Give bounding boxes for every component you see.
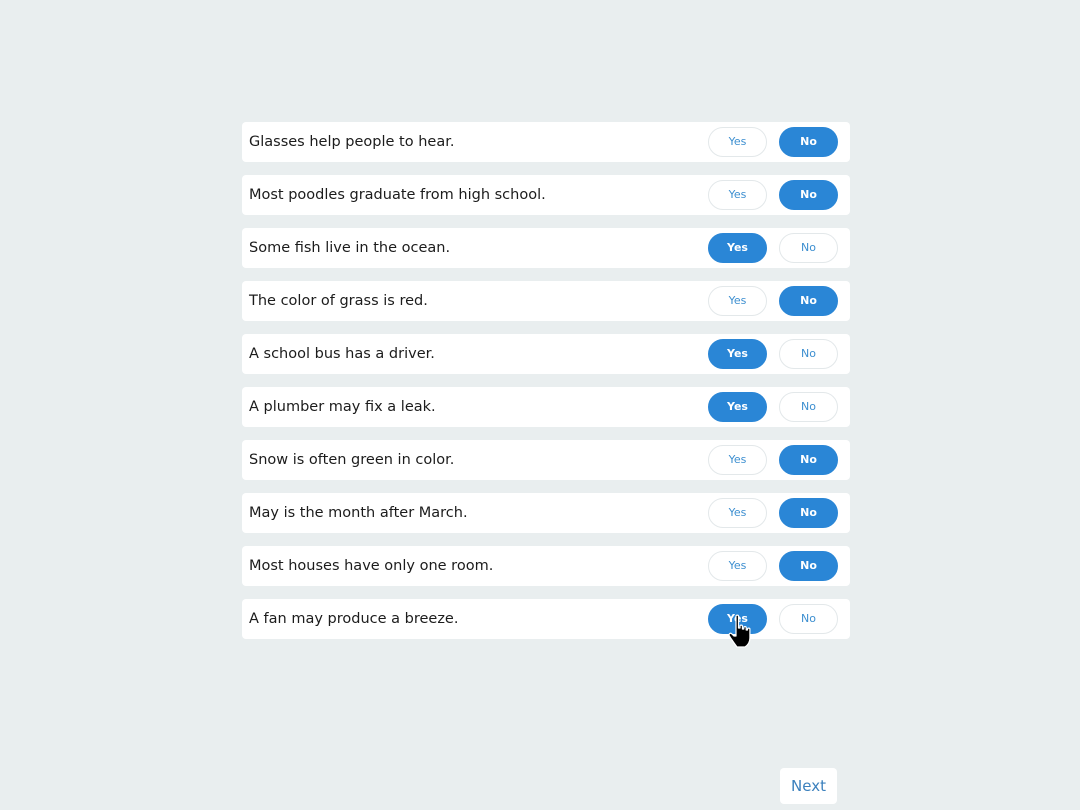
yes-button[interactable]: Yes [708, 233, 767, 263]
no-button[interactable]: No [779, 604, 838, 634]
question-row: Most poodles graduate from high school. … [242, 175, 850, 215]
yes-button[interactable]: Yes [708, 392, 767, 422]
no-button[interactable]: No [779, 233, 838, 263]
answer-group: Yes No [708, 286, 838, 316]
question-row: A plumber may fix a leak. Yes No [242, 387, 850, 427]
answer-group: Yes No [708, 392, 838, 422]
question-text: Most houses have only one room. [249, 558, 494, 574]
question-text: Some fish live in the ocean. [249, 240, 451, 256]
yes-button[interactable]: Yes [708, 551, 767, 581]
next-button[interactable]: Next [780, 768, 837, 804]
yes-button[interactable]: Yes [708, 604, 767, 634]
question-text: Snow is often green in color. [249, 452, 455, 468]
yes-button[interactable]: Yes [708, 498, 767, 528]
question-row: Some fish live in the ocean. Yes No [242, 228, 850, 268]
question-list: Glasses help people to hear. Yes No Most… [242, 122, 850, 652]
question-text: A fan may produce a breeze. [249, 611, 459, 627]
no-button[interactable]: No [779, 339, 838, 369]
answer-group: Yes No [708, 498, 838, 528]
answer-group: Yes No [708, 233, 838, 263]
answer-group: Yes No [708, 604, 838, 634]
answer-group: Yes No [708, 127, 838, 157]
question-text: Most poodles graduate from high school. [249, 187, 546, 203]
no-button[interactable]: No [779, 180, 838, 210]
no-button[interactable]: No [779, 551, 838, 581]
no-button[interactable]: No [779, 445, 838, 475]
answer-group: Yes No [708, 180, 838, 210]
answer-group: Yes No [708, 339, 838, 369]
yes-button[interactable]: Yes [708, 180, 767, 210]
answer-group: Yes No [708, 445, 838, 475]
no-button[interactable]: No [779, 498, 838, 528]
yes-button[interactable]: Yes [708, 339, 767, 369]
no-button[interactable]: No [779, 127, 838, 157]
question-row: Glasses help people to hear. Yes No [242, 122, 850, 162]
question-text: A plumber may fix a leak. [249, 399, 436, 415]
question-row: A school bus has a driver. Yes No [242, 334, 850, 374]
no-button[interactable]: No [779, 286, 838, 316]
question-row: Most houses have only one room. Yes No [242, 546, 850, 586]
question-row: May is the month after March. Yes No [242, 493, 850, 533]
question-row: Snow is often green in color. Yes No [242, 440, 850, 480]
question-text: A school bus has a driver. [249, 346, 435, 362]
question-row: A fan may produce a breeze. Yes No [242, 599, 850, 639]
yes-button[interactable]: Yes [708, 127, 767, 157]
question-text: May is the month after March. [249, 505, 468, 521]
yes-button[interactable]: Yes [708, 286, 767, 316]
question-text: The color of grass is red. [249, 293, 428, 309]
no-button[interactable]: No [779, 392, 838, 422]
question-row: The color of grass is red. Yes No [242, 281, 850, 321]
answer-group: Yes No [708, 551, 838, 581]
question-text: Glasses help people to hear. [249, 134, 455, 150]
yes-button[interactable]: Yes [708, 445, 767, 475]
